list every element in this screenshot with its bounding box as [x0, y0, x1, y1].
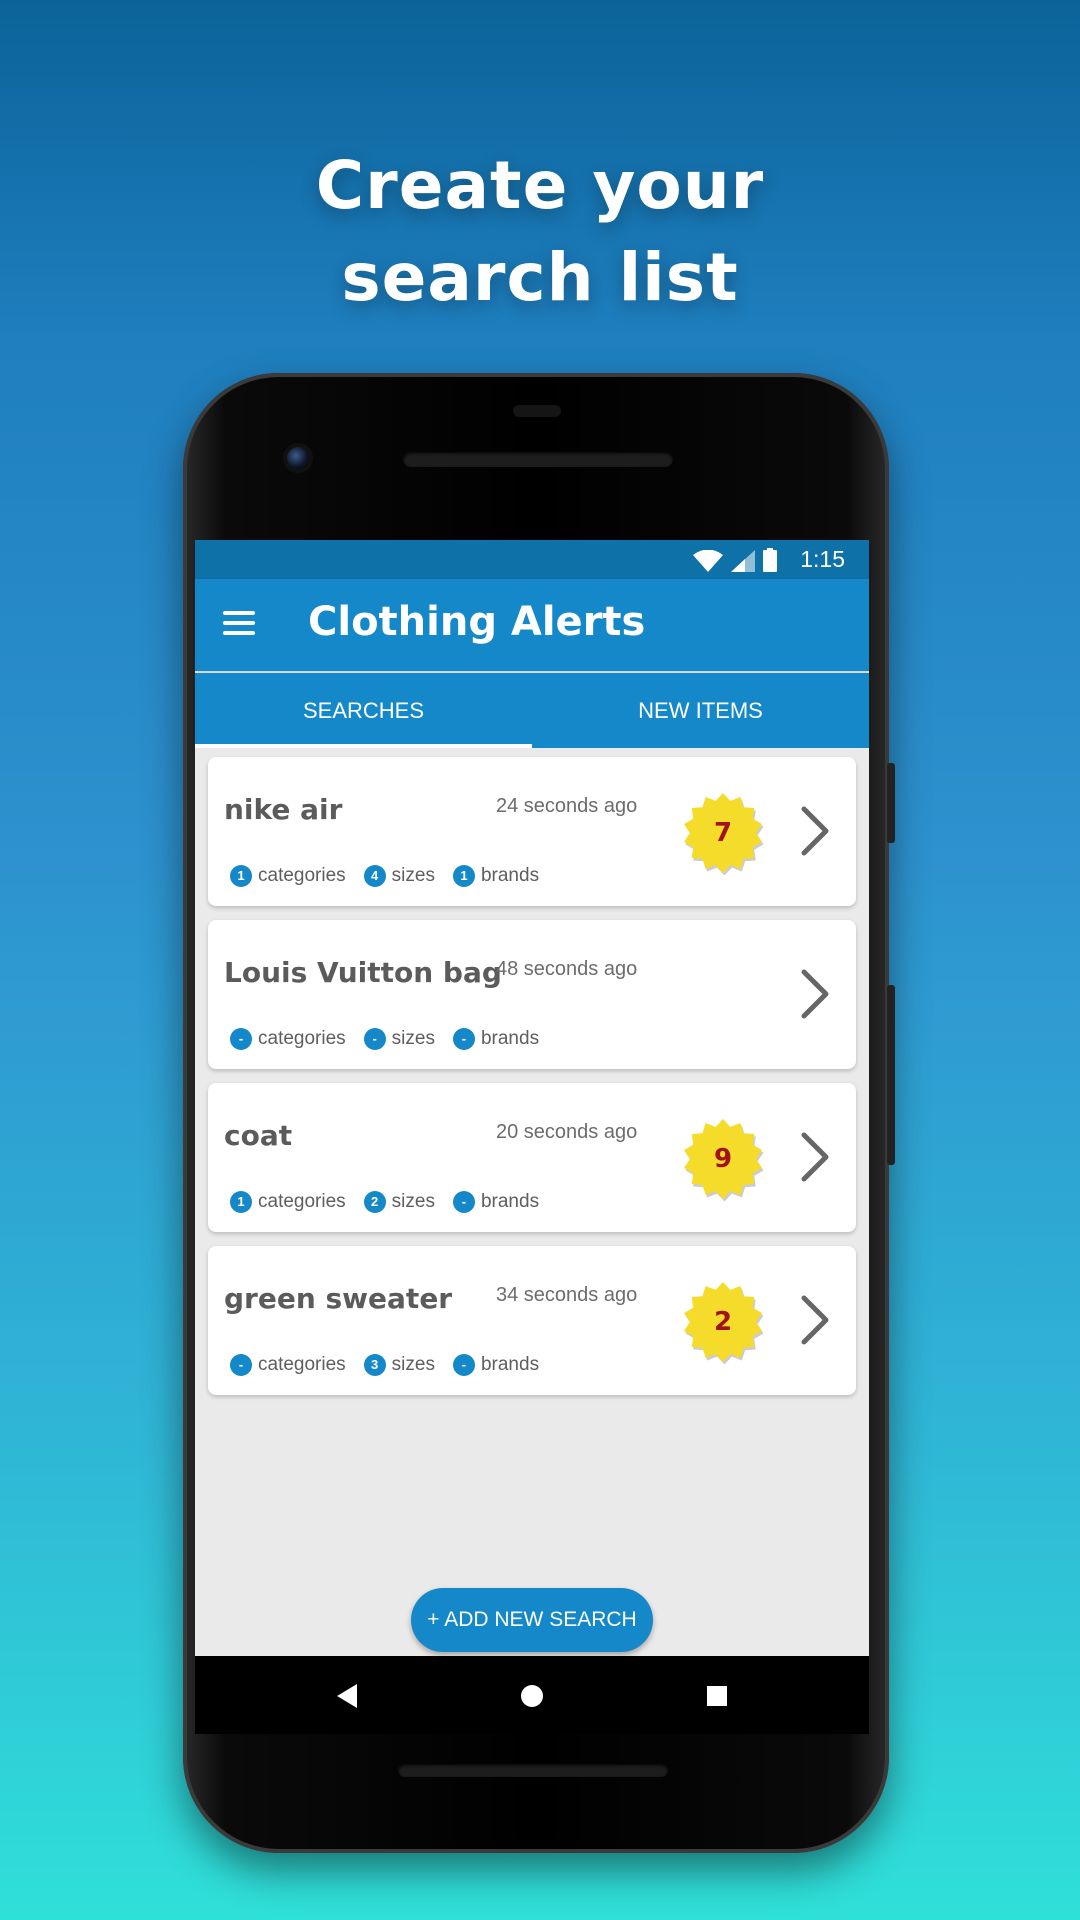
categories-label: categories	[258, 1028, 346, 1049]
home-icon[interactable]	[512, 1676, 552, 1716]
tab-indicator	[195, 744, 532, 748]
menu-icon[interactable]	[223, 611, 257, 637]
sizes-filter: 4 sizes	[363, 865, 435, 887]
signal-icon	[731, 550, 755, 572]
new-items-badge: 2	[681, 1280, 765, 1365]
brands-label: brands	[480, 1354, 540, 1375]
categories-label: categories	[258, 865, 346, 886]
power-button	[887, 985, 895, 1165]
search-time: 20 seconds ago	[496, 1121, 638, 1143]
headline-line-1: Create your	[315, 147, 765, 224]
headline: Create your search list	[0, 140, 1080, 324]
app-title: Clothing Alerts	[308, 599, 646, 645]
app-screen: 1:15 Clothing Alerts SEARCHES NEW ITEMS …	[195, 540, 869, 1656]
battery-icon	[763, 548, 777, 572]
sizes-label: sizes	[391, 1028, 435, 1049]
search-filters: - categories 3 sizes - brands	[230, 1354, 557, 1376]
add-new-search-button[interactable]: + ADD NEW SEARCH	[411, 1588, 653, 1652]
sizes-count: -	[363, 1028, 386, 1050]
new-items-badge: 7	[681, 791, 765, 876]
brands-count: -	[452, 1354, 475, 1376]
sizes-label: sizes	[391, 1191, 435, 1212]
status-icons	[693, 548, 777, 572]
headline-line-2: search list	[341, 239, 739, 316]
new-items-count: 9	[713, 1144, 733, 1174]
tab-bar: SEARCHES NEW ITEMS	[195, 673, 869, 748]
categories-label: categories	[258, 1191, 346, 1212]
brands-filter: - brands	[452, 1354, 540, 1376]
sizes-filter: 2 sizes	[363, 1191, 435, 1213]
wifi-icon	[693, 550, 723, 572]
search-title: coat	[224, 1119, 293, 1152]
brands-count: 1	[452, 865, 475, 887]
sizes-label: sizes	[391, 865, 435, 886]
front-camera	[287, 447, 309, 469]
bottom-speaker	[398, 1763, 668, 1777]
chevron-right-icon[interactable]	[800, 1131, 830, 1183]
categories-filter: - categories	[230, 1028, 346, 1050]
chevron-right-icon[interactable]	[800, 968, 830, 1020]
categories-count: 1	[230, 1191, 252, 1213]
search-time: 24 seconds ago	[496, 795, 638, 817]
categories-filter: 1 categories	[230, 865, 346, 887]
brands-label: brands	[480, 1028, 540, 1049]
sizes-label: sizes	[391, 1354, 435, 1375]
new-items-count: 2	[713, 1307, 733, 1337]
brands-count: -	[452, 1191, 475, 1213]
sizes-filter: - sizes	[363, 1028, 435, 1050]
categories-filter: 1 categories	[230, 1191, 346, 1213]
search-card-green-sweater[interactable]: green sweater 34 seconds ago - categorie…	[208, 1246, 856, 1395]
volume-button	[887, 763, 895, 843]
tab-searches[interactable]: SEARCHES	[195, 673, 532, 748]
app-bar: Clothing Alerts	[195, 579, 869, 671]
categories-filter: - categories	[230, 1354, 346, 1376]
categories-count: 1	[230, 865, 252, 887]
new-items-badge: 9	[681, 1117, 765, 1202]
search-title: nike air	[224, 793, 343, 826]
sizes-count: 2	[363, 1191, 386, 1213]
status-time: 1:15	[800, 546, 845, 572]
chevron-right-icon[interactable]	[800, 1294, 830, 1346]
brands-filter: 1 brands	[452, 865, 540, 887]
sizes-count: 3	[363, 1354, 386, 1376]
recents-icon[interactable]	[697, 1676, 737, 1716]
earpiece-speaker	[403, 451, 673, 467]
brands-label: brands	[480, 1191, 540, 1212]
categories-label: categories	[258, 1354, 346, 1375]
search-filters: 1 categories 2 sizes - brands	[230, 1191, 557, 1213]
system-nav-bar	[195, 1656, 869, 1734]
search-card-louis-vuitton-bag[interactable]: Louis Vuitton bag 48 seconds ago - categ…	[208, 920, 856, 1069]
search-title: green sweater	[224, 1282, 453, 1315]
sizes-count: 4	[363, 865, 386, 887]
categories-count: -	[230, 1354, 252, 1376]
search-title: Louis Vuitton bag	[224, 956, 502, 989]
brands-label: brands	[480, 865, 540, 886]
brands-count: -	[452, 1028, 475, 1050]
search-card-coat[interactable]: coat 20 seconds ago 1 categories 2 sizes…	[208, 1083, 856, 1232]
back-icon[interactable]	[327, 1676, 367, 1716]
new-items-count: 7	[713, 818, 733, 848]
brands-filter: - brands	[452, 1191, 540, 1213]
sensor	[513, 405, 561, 417]
search-time: 34 seconds ago	[496, 1284, 638, 1306]
search-filters: - categories - sizes - brands	[230, 1028, 557, 1050]
tab-new-items[interactable]: NEW ITEMS	[532, 673, 869, 748]
search-filters: 1 categories 4 sizes 1 brands	[230, 865, 557, 887]
categories-count: -	[230, 1028, 252, 1050]
search-time: 48 seconds ago	[496, 958, 638, 980]
brands-filter: - brands	[452, 1028, 540, 1050]
sizes-filter: 3 sizes	[363, 1354, 435, 1376]
search-card-nike-air[interactable]: nike air 24 seconds ago 1 categories 4 s…	[208, 757, 856, 906]
chevron-right-icon[interactable]	[800, 805, 830, 857]
status-bar: 1:15	[195, 540, 869, 579]
